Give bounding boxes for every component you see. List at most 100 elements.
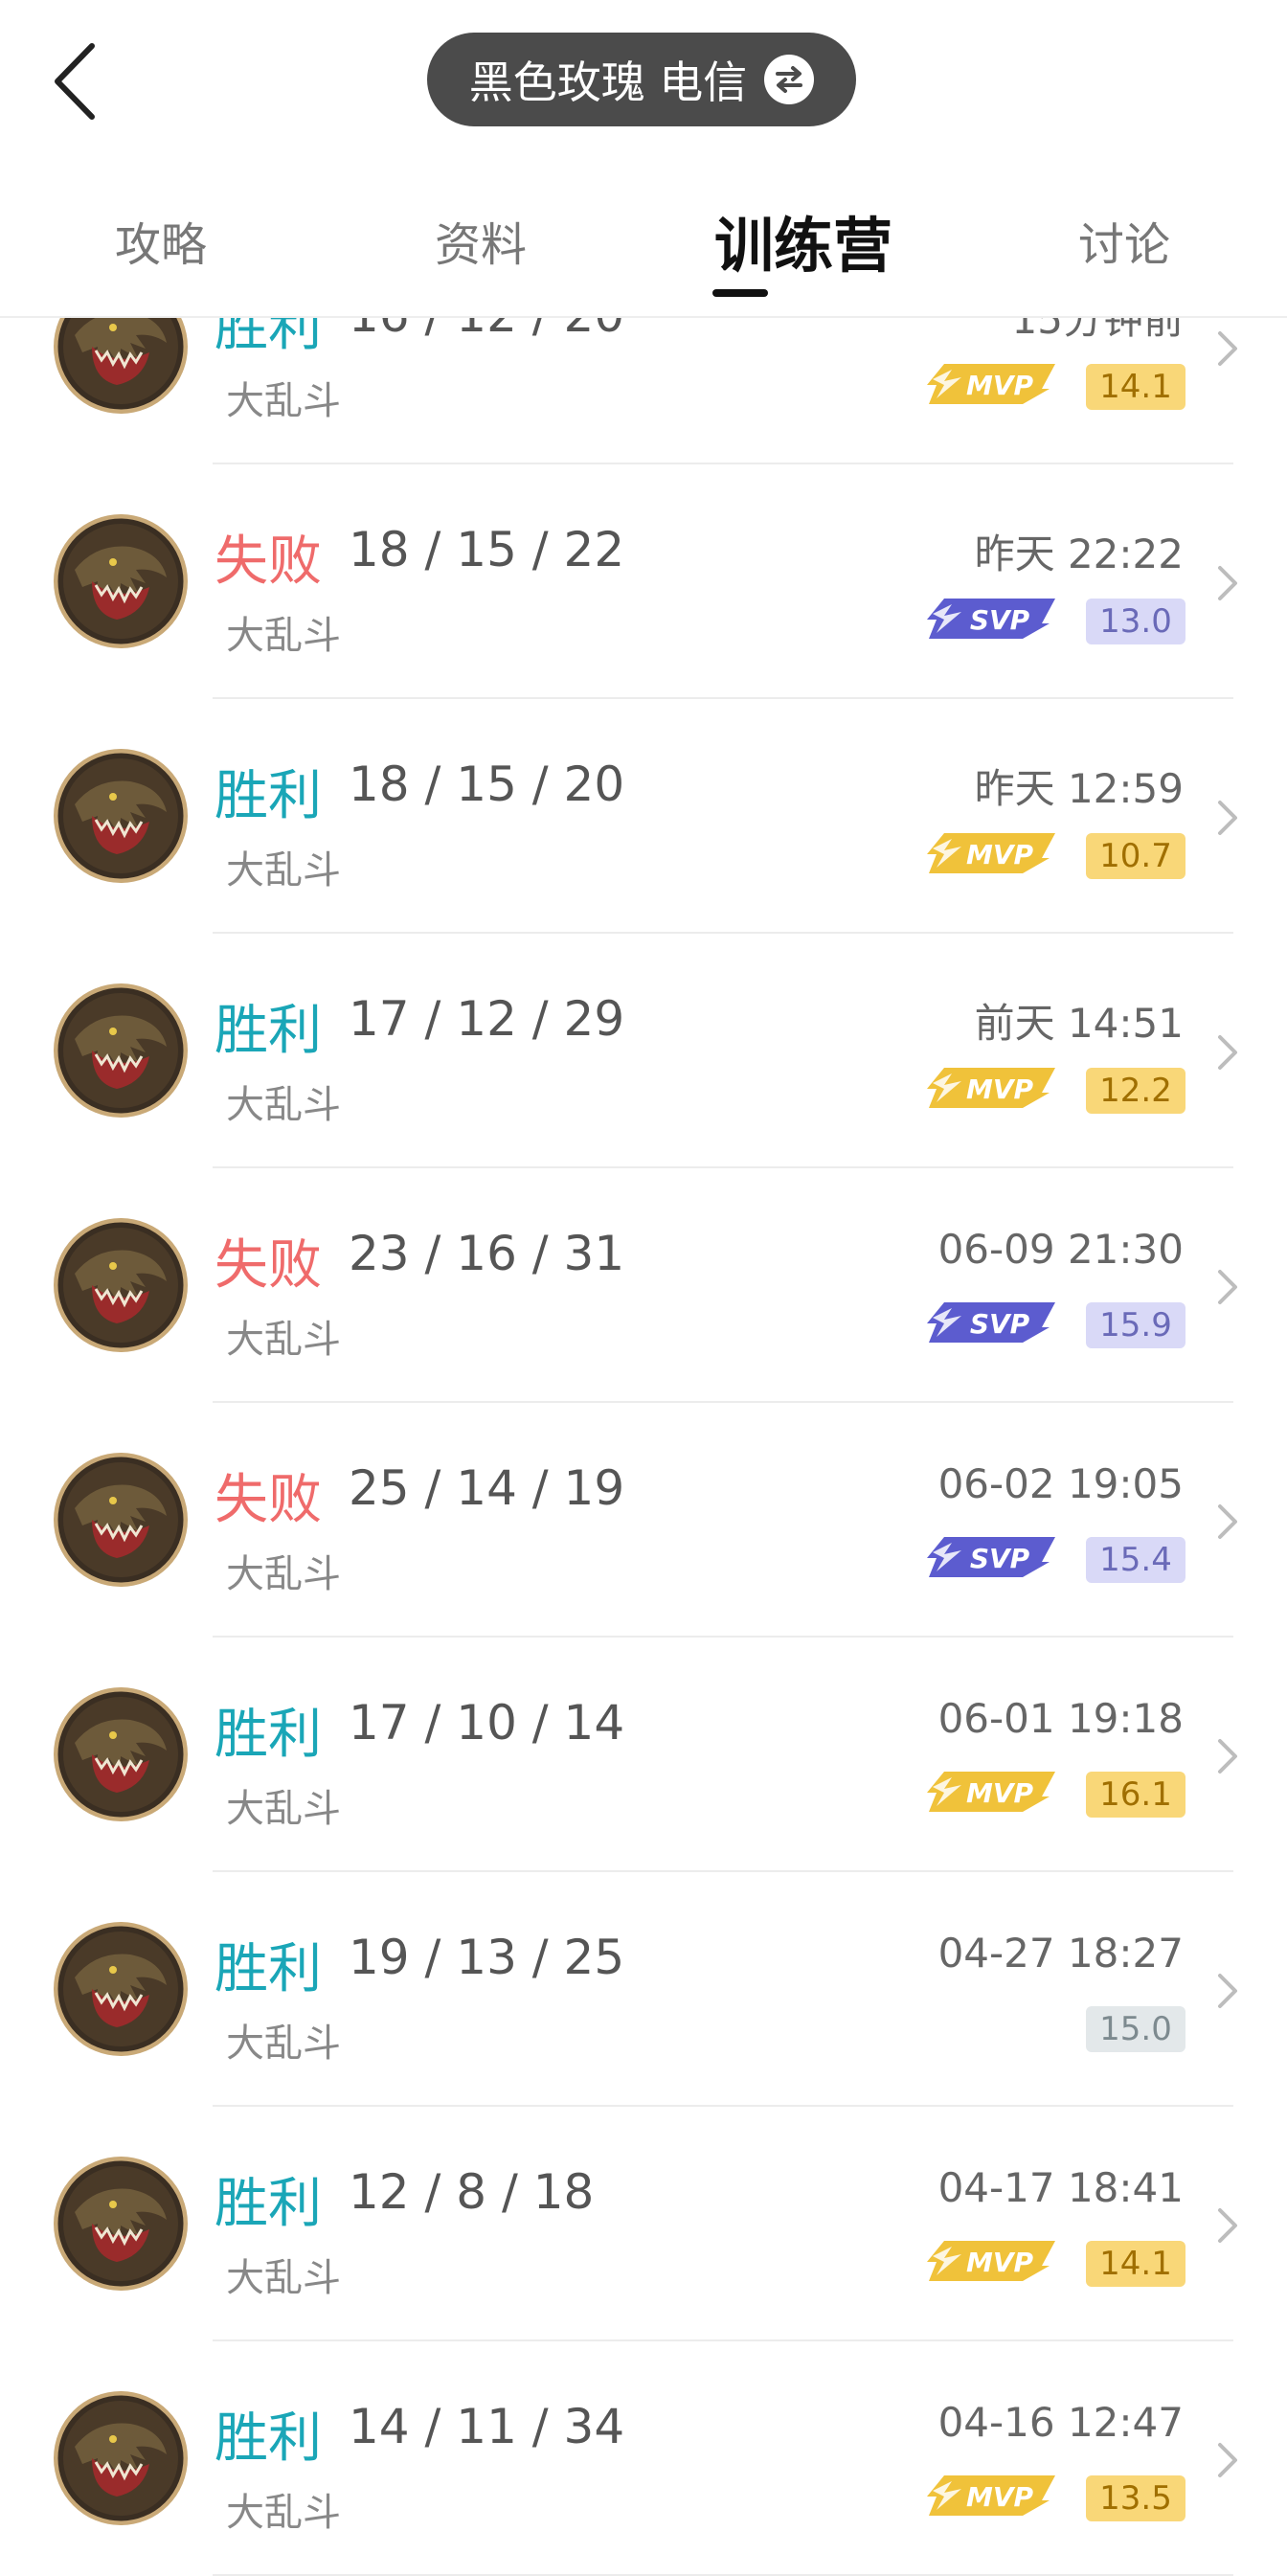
match-kda: 17 / 10 / 14	[349, 1695, 625, 1751]
match-mode: 大乱斗	[226, 1552, 341, 1596]
champion-avatar	[54, 2157, 188, 2291]
svg-text:SVP: SVP	[970, 1543, 1030, 1574]
server-label: 黑色玫瑰 电信	[468, 56, 748, 108]
match-mode: 大乱斗	[226, 2022, 341, 2066]
svg-text:MVP: MVP	[966, 1777, 1034, 1809]
svg-text:MVP: MVP	[966, 839, 1034, 870]
match-mode: 大乱斗	[226, 848, 341, 893]
chevron-right-icon	[1216, 1033, 1239, 1072]
match-mode: 大乱斗	[226, 2256, 341, 2300]
match-score: 15.4	[1086, 1537, 1185, 1583]
tab-discussion[interactable]: 讨论	[1078, 207, 1170, 274]
match-score: 10.7	[1086, 833, 1185, 879]
match-row[interactable]: 胜利 17 / 12 / 29 大乱斗 前天 14:51 MVP 12.2	[0, 934, 1287, 1168]
match-time: 06-02 19:05	[937, 1460, 1184, 1507]
chevron-right-icon	[1216, 1503, 1239, 1541]
match-score: 13.5	[1086, 2475, 1185, 2521]
tab-bar: 攻略 资料 训练营 讨论	[0, 192, 1287, 297]
svp-badge: SVP	[923, 595, 1057, 643]
tab-training-camp[interactable]: 训练营	[714, 197, 892, 283]
match-score: 15.9	[1086, 1302, 1185, 1348]
match-kda: 18 / 15 / 22	[349, 522, 625, 577]
champion-avatar	[54, 1453, 188, 1587]
match-row[interactable]: 胜利 17 / 10 / 14 大乱斗 06-01 19:18 MVP 16.1	[0, 1638, 1287, 1872]
match-kda: 14 / 11 / 34	[349, 2399, 625, 2454]
champion-avatar	[54, 749, 188, 883]
match-result: 失败	[214, 531, 322, 593]
svg-text:MVP: MVP	[966, 1073, 1034, 1105]
champion-avatar	[54, 1218, 188, 1352]
mvp-badge: MVP	[923, 2237, 1057, 2285]
svg-text:MVP: MVP	[966, 370, 1034, 401]
champion-avatar	[54, 514, 188, 648]
match-time: 昨天 22:22	[974, 531, 1184, 577]
svg-text:SVP: SVP	[970, 1308, 1030, 1340]
match-result: 胜利	[214, 2407, 322, 2470]
champion-avatar	[54, 2391, 188, 2525]
match-time: 04-16 12:47	[937, 2399, 1184, 2446]
match-row[interactable]: 失败 25 / 14 / 19 大乱斗 06-02 19:05 SVP 15.4	[0, 1403, 1287, 1638]
chevron-right-icon	[1216, 1268, 1239, 1306]
svg-text:MVP: MVP	[966, 2247, 1034, 2278]
match-score: 14.1	[1086, 2241, 1185, 2287]
match-row[interactable]: 胜利 12 / 8 / 18 大乱斗 04-17 18:41 MVP 14.1	[0, 2107, 1287, 2341]
champion-avatar	[54, 1687, 188, 1821]
match-score: 16.1	[1086, 1772, 1185, 1818]
match-mode: 大乱斗	[226, 379, 341, 423]
match-result: 失败	[214, 1234, 322, 1297]
match-result: 胜利	[214, 765, 322, 827]
svg-text:SVP: SVP	[970, 604, 1030, 636]
top-header: 黑色玫瑰 电信 攻略 资料 训练营 讨论	[0, 0, 1287, 318]
chevron-right-icon	[1216, 799, 1239, 837]
svg-text:MVP: MVP	[966, 2481, 1034, 2513]
match-time: 04-17 18:41	[937, 2164, 1184, 2211]
champion-avatar	[54, 1922, 188, 2056]
match-result: 胜利	[214, 2173, 322, 2235]
match-mode: 大乱斗	[226, 614, 341, 658]
mvp-badge: MVP	[923, 1064, 1057, 1112]
match-kda: 18 / 15 / 20	[349, 757, 625, 812]
active-tab-indicator	[712, 289, 768, 297]
no-badge	[923, 2002, 1057, 2050]
match-result: 胜利	[214, 1938, 322, 2000]
chevron-right-icon	[1216, 1737, 1239, 1775]
match-time: 昨天 12:59	[974, 765, 1184, 812]
match-result: 胜利	[214, 1000, 322, 1062]
tab-info[interactable]: 资料	[435, 207, 527, 274]
match-row[interactable]: 失败 18 / 15 / 22 大乱斗 昨天 22:22 SVP 13.0	[0, 464, 1287, 699]
match-time: 前天 14:51	[974, 1000, 1184, 1047]
match-time: 06-09 21:30	[937, 1226, 1184, 1273]
match-mode: 大乱斗	[226, 2491, 341, 2535]
champion-avatar	[54, 983, 188, 1118]
mvp-badge: MVP	[923, 1768, 1057, 1816]
match-row[interactable]: 胜利 18 / 15 / 20 大乱斗 昨天 12:59 MVP 10.7	[0, 699, 1287, 934]
swap-icon	[764, 55, 815, 104]
match-kda: 17 / 12 / 29	[349, 991, 625, 1047]
chevron-right-icon	[1216, 564, 1239, 602]
match-score: 13.0	[1086, 599, 1185, 644]
back-icon[interactable]	[46, 38, 113, 124]
mvp-badge: MVP	[923, 360, 1057, 408]
chevron-right-icon	[1216, 2441, 1239, 2479]
chevron-right-icon	[1216, 2206, 1239, 2245]
match-kda: 19 / 13 / 25	[349, 1930, 625, 1985]
mvp-badge: MVP	[923, 2472, 1057, 2520]
match-score: 15.0	[1086, 2006, 1185, 2052]
match-row[interactable]: 失败 23 / 16 / 31 大乱斗 06-09 21:30 SVP 15.9	[0, 1168, 1287, 1403]
svp-badge: SVP	[923, 1299, 1057, 1346]
match-row[interactable]: 胜利 14 / 11 / 34 大乱斗 04-16 12:47 MVP 13.5	[0, 2341, 1287, 2576]
match-score: 14.1	[1086, 364, 1185, 410]
match-time: 04-27 18:27	[937, 1930, 1184, 1977]
server-switch-button[interactable]: 黑色玫瑰 电信	[427, 33, 856, 126]
match-history-list: 胜利 16 / 12 / 20 大乱斗 15分钟前 MVP 14.1 失败 18…	[0, 230, 1287, 2576]
chevron-right-icon	[1216, 329, 1239, 368]
match-mode: 大乱斗	[226, 1083, 341, 1127]
svp-badge: SVP	[923, 1533, 1057, 1581]
match-score: 12.2	[1086, 1068, 1185, 1114]
match-row[interactable]: 胜利 19 / 13 / 25 大乱斗 04-27 18:27 15.0	[0, 1872, 1287, 2107]
tab-guide[interactable]: 攻略	[115, 207, 207, 274]
match-kda: 25 / 14 / 19	[349, 1460, 625, 1516]
chevron-right-icon	[1216, 1972, 1239, 2010]
mvp-badge: MVP	[923, 829, 1057, 877]
match-result: 胜利	[214, 1704, 322, 1766]
